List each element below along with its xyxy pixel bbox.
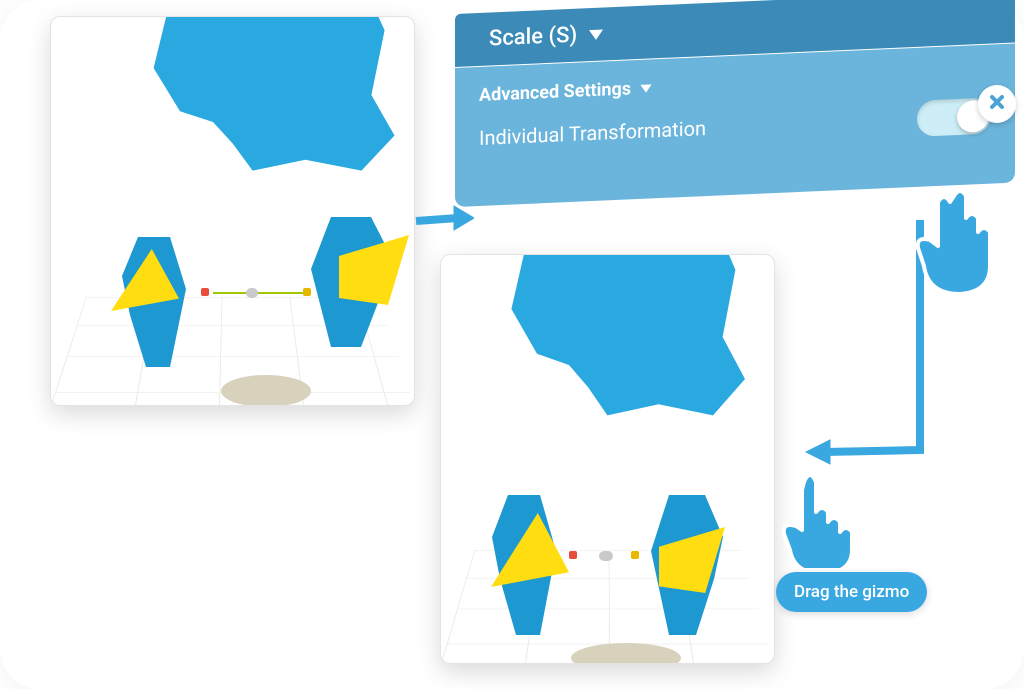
gizmo-axis[interactable] xyxy=(213,292,303,294)
cursor-hand-icon xyxy=(776,468,866,568)
cursor-hand-icon xyxy=(908,186,1008,296)
dropdown-icon xyxy=(589,29,603,40)
individual-transformation-row: Individual Transformation xyxy=(479,98,991,156)
close-icon xyxy=(988,92,1006,116)
viewport-after xyxy=(440,254,775,664)
arrow-step-1 xyxy=(414,196,474,246)
gizmo-center[interactable] xyxy=(246,288,258,298)
drag-hint-text: Drag the gizmo xyxy=(794,582,909,602)
advanced-settings-label: Advanced Settings xyxy=(479,78,631,106)
model-body xyxy=(441,254,761,505)
drag-hint-label: Drag the gizmo xyxy=(776,572,927,612)
gizmo-handle-x[interactable] xyxy=(201,288,209,296)
ground-shadow xyxy=(221,375,311,406)
close-button[interactable] xyxy=(978,85,1016,123)
panel-title: Scale (S) xyxy=(489,23,577,52)
viewport-before xyxy=(50,16,415,406)
gizmo-handle-y[interactable] xyxy=(631,551,639,559)
gizmo-handle-y[interactable] xyxy=(303,288,311,296)
gizmo-center[interactable] xyxy=(599,551,613,561)
dropdown-icon xyxy=(640,84,651,92)
tutorial-card: Scale (S) Advanced Settings Individual T… xyxy=(0,0,1024,689)
setting-label: Individual Transformation xyxy=(479,116,706,150)
panel-body: Advanced Settings Individual Transformat… xyxy=(455,44,1015,207)
gizmo-handle-x[interactable] xyxy=(569,551,577,559)
advanced-settings-row[interactable]: Advanced Settings xyxy=(479,63,991,106)
